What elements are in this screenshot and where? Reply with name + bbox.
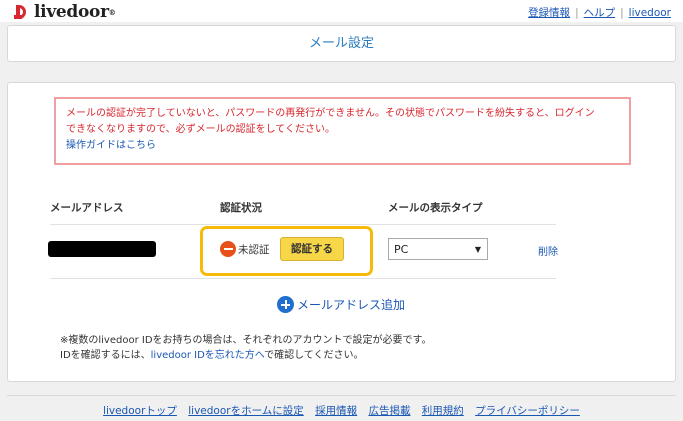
note-line2-suffix: で確認してください。 bbox=[264, 350, 364, 361]
footer-link-advertising[interactable]: 広告掲載 bbox=[368, 405, 410, 417]
logo[interactable]: livedoor ® bbox=[14, 2, 116, 22]
mail-settings-panel: メールの認証が完了していないと、パスワードの再発行ができません。その状態でパスワ… bbox=[7, 82, 676, 382]
minus-circle-icon bbox=[220, 241, 236, 257]
footer-link-careers[interactable]: 採用情報 bbox=[315, 405, 357, 417]
top-bar: livedoor ® 登録情報 | ヘルプ | livedoor bbox=[0, 0, 683, 22]
forgot-id-link[interactable]: livedoor IDを忘れた方へ bbox=[151, 350, 264, 361]
footer-link-terms[interactable]: 利用規約 bbox=[422, 405, 464, 417]
account-info-link[interactable]: 登録情報 bbox=[528, 5, 570, 20]
logo-text: livedoor bbox=[34, 2, 109, 22]
column-header-display-type: メールの表示タイプ bbox=[388, 202, 483, 214]
plus-circle-icon bbox=[277, 296, 294, 313]
footer-link-set-home[interactable]: livedoorをホームに設定 bbox=[188, 405, 304, 417]
alert-message-line2: できなくなりますので、必ずメールの認証をしてください。 bbox=[66, 124, 335, 135]
operation-guide-link[interactable]: 操作ガイドはこちら bbox=[66, 138, 619, 154]
table-divider bbox=[50, 278, 556, 279]
trademark-mark: ® bbox=[108, 7, 116, 17]
note-line1: ※複数のlivedoor IDをお持ちの場合は、それぞれのアカウントで設定が必要… bbox=[60, 335, 432, 346]
table-divider bbox=[50, 224, 556, 225]
separator: | bbox=[620, 6, 624, 19]
help-link[interactable]: ヘルプ bbox=[584, 5, 616, 20]
column-header-email: メールアドレス bbox=[50, 202, 124, 214]
footer: livedoorトップ livedoorをホームに設定 採用情報 広告掲載 利用… bbox=[0, 403, 683, 418]
masked-email-address bbox=[48, 241, 156, 257]
verify-button[interactable]: 認証する bbox=[280, 237, 344, 261]
add-email-label: メールアドレス追加 bbox=[297, 298, 406, 312]
verification-alert: メールの認証が完了していないと、パスワードの再発行ができません。その状態でパスワ… bbox=[54, 97, 631, 165]
page-title: メール設定 bbox=[308, 36, 374, 51]
column-header-status: 認証状況 bbox=[220, 202, 262, 214]
multi-id-note: ※複数のlivedoor IDをお持ちの場合は、それぞれのアカウントで設定が必要… bbox=[60, 333, 432, 363]
note-line2: IDを確認するには、livedoor IDを忘れた方へで確認してください。 bbox=[60, 348, 432, 363]
chevron-down-icon: ▼ bbox=[474, 244, 481, 254]
footer-divider bbox=[7, 395, 676, 396]
footer-link-top[interactable]: livedoorトップ bbox=[103, 405, 177, 417]
footer-link-privacy[interactable]: プライバシーポリシー bbox=[475, 405, 580, 417]
alert-message-line1: メールの認証が完了していないと、パスワードの再発行ができません。その状態でパスワ… bbox=[66, 108, 595, 119]
display-type-value: PC bbox=[394, 242, 409, 256]
note-line2-prefix: IDを確認するには、 bbox=[60, 350, 151, 361]
add-email-button[interactable]: メールアドレス追加 bbox=[277, 296, 405, 313]
display-type-select[interactable]: PC ▼ bbox=[388, 238, 488, 260]
header-links: 登録情報 | ヘルプ | livedoor bbox=[528, 5, 671, 20]
status-text: 未認証 bbox=[238, 244, 270, 256]
separator: | bbox=[575, 6, 579, 19]
delete-link[interactable]: 削除 bbox=[538, 243, 558, 258]
livedoor-logo-icon bbox=[14, 4, 30, 20]
page-title-box: メール設定 bbox=[7, 25, 676, 62]
livedoor-link[interactable]: livedoor bbox=[629, 7, 671, 19]
